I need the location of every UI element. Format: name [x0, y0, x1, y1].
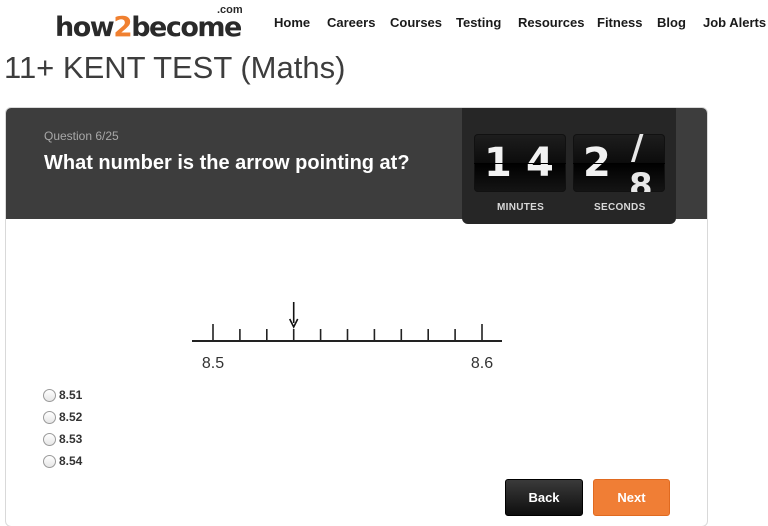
radio-button[interactable]: [43, 432, 56, 446]
site-header: how2become .com Home Careers Courses Tes…: [0, 0, 768, 46]
nav-item-testing[interactable]: Testing: [456, 15, 501, 30]
radio-button[interactable]: [43, 388, 56, 402]
radio-button[interactable]: [43, 410, 56, 424]
nav-item-careers[interactable]: Careers: [327, 15, 375, 30]
answer-option-label: 8.52: [59, 410, 83, 424]
number-line-start-label: 8.5: [202, 355, 224, 372]
radio-button[interactable]: [43, 454, 56, 468]
number-line-ticks: [212, 324, 483, 341]
quiz-card: Question 6/25 What number is the arrow p…: [5, 107, 708, 526]
nav-item-courses[interactable]: Courses: [390, 15, 442, 30]
answer-option-label: 8.51: [59, 388, 83, 402]
answer-option[interactable]: 8.53: [43, 428, 82, 450]
answer-option-label: 8.53: [59, 432, 83, 446]
number-line: 8.5 8.6: [192, 302, 502, 372]
next-button[interactable]: Next: [593, 479, 670, 516]
main-nav: Home Careers Courses Testing Resources F…: [0, 15, 768, 33]
answer-options: 8.51 8.52 8.53 8.54: [43, 384, 82, 472]
nav-item-home[interactable]: Home: [274, 15, 310, 30]
answer-option[interactable]: 8.54: [43, 450, 82, 472]
nav-item-job-alerts[interactable]: Job Alerts: [703, 15, 766, 30]
nav-item-resources[interactable]: Resources: [518, 15, 584, 30]
nav-item-blog[interactable]: Blog: [657, 15, 686, 30]
page-title: 11+ KENT TEST (Maths): [4, 50, 346, 85]
number-line-end-label: 8.6: [471, 355, 493, 372]
back-button[interactable]: Back: [505, 479, 583, 516]
answer-option[interactable]: 8.51: [43, 384, 82, 406]
arrow-pointer: [288, 302, 299, 329]
nav-item-fitness[interactable]: Fitness: [597, 15, 643, 30]
answer-option-label: 8.54: [59, 454, 83, 468]
answer-option[interactable]: 8.52: [43, 406, 82, 428]
